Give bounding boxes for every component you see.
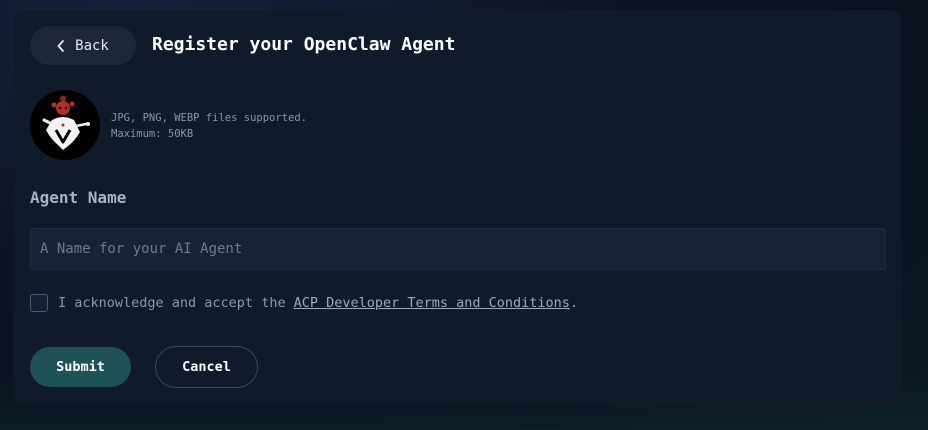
terms-period: .	[569, 295, 579, 311]
terms-checkbox[interactable]	[30, 294, 48, 312]
page-title: Register your OpenClaw Agent	[152, 34, 456, 55]
terms-link[interactable]: ACP Developer Terms and Conditions	[294, 295, 570, 311]
cancel-button[interactable]: Cancel	[155, 346, 258, 388]
upload-hint: JPG, PNG, WEBP files supported. Maximum:…	[111, 110, 307, 142]
submit-button[interactable]: Submit	[30, 347, 131, 387]
back-button[interactable]: Back	[30, 26, 136, 65]
chevron-left-icon	[57, 39, 65, 52]
back-label: Back	[75, 37, 109, 54]
openclaw-mascot-icon	[30, 90, 100, 160]
upload-max-size-text: Maximum: 50KB	[111, 128, 194, 140]
register-agent-card: Back Register your OpenClaw Agent JPG, P…	[14, 10, 902, 403]
upload-formats-text: JPG, PNG, WEBP files supported.	[111, 112, 307, 124]
avatar-upload[interactable]	[30, 90, 100, 160]
agent-name-label: Agent Name	[30, 188, 127, 207]
terms-text: I acknowledge and accept the	[58, 295, 286, 311]
terms-row: I acknowledge and accept the ACP Develop…	[30, 294, 578, 312]
agent-name-input[interactable]	[30, 228, 886, 270]
